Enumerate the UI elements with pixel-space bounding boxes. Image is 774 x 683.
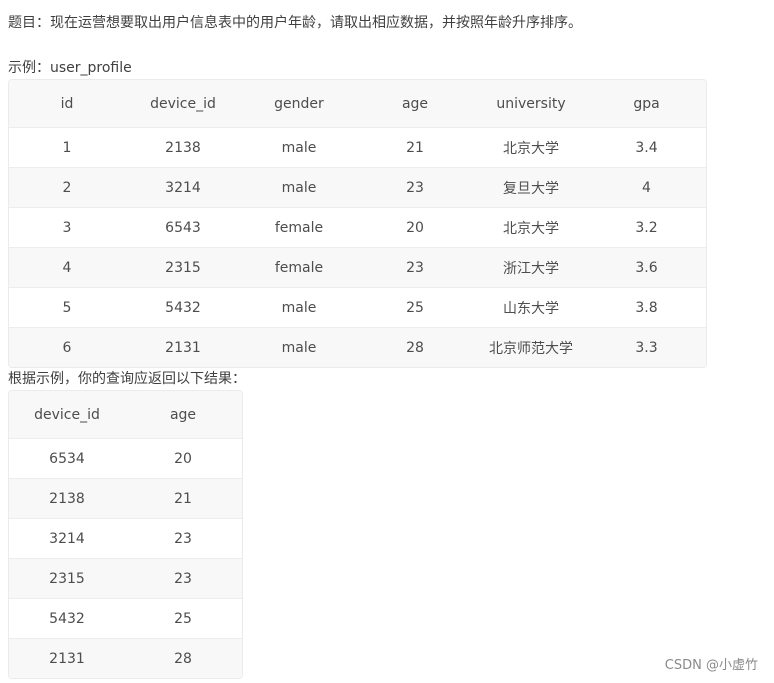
table-row: 5 5432 male 25 山东大学 3.8 bbox=[9, 287, 706, 327]
table-cell: 2131 bbox=[165, 339, 201, 356]
table-row: 6534 20 bbox=[9, 438, 242, 478]
table-cell: 20 bbox=[174, 450, 192, 467]
table-cell: 北京师范大学 bbox=[489, 340, 573, 357]
header-cell: gender bbox=[274, 95, 324, 112]
table-cell: 2138 bbox=[49, 490, 85, 507]
table-cell: male bbox=[281, 339, 317, 356]
table-row: 4 2315 female 23 浙江大学 3.6 bbox=[9, 247, 706, 287]
table-row: 1 2138 male 21 北京大学 3.4 bbox=[9, 127, 706, 167]
table-cell: 3214 bbox=[165, 179, 201, 196]
table-cell: male bbox=[281, 139, 317, 156]
header-cell: age bbox=[169, 406, 197, 423]
table-cell: 4 bbox=[62, 259, 72, 276]
header-cell: age bbox=[401, 95, 429, 112]
table-cell: 5432 bbox=[165, 299, 201, 316]
table-row: 3 6543 female 20 北京大学 3.2 bbox=[9, 207, 706, 247]
table-cell: 23 bbox=[406, 179, 424, 196]
result-label: 根据示例，你的查询应返回以下结果： bbox=[8, 371, 246, 387]
table-cell: 北京大学 bbox=[503, 220, 559, 237]
user-profile-table: id device_id gender age university gpa 1… bbox=[8, 79, 707, 368]
table-cell: 6534 bbox=[49, 450, 85, 467]
table-cell: 3 bbox=[62, 219, 72, 236]
table-cell: 2131 bbox=[49, 650, 85, 667]
table-cell: 6 bbox=[62, 339, 72, 356]
expected-result-table: device_id age 6534 20 2138 21 3214 23 23… bbox=[8, 390, 243, 679]
header-cell: device_id bbox=[34, 406, 100, 423]
table-cell: 复旦大学 bbox=[503, 180, 559, 197]
table-cell: 3.4 bbox=[635, 139, 658, 156]
table-cell: 5 bbox=[62, 299, 72, 316]
table-cell: 3.2 bbox=[635, 219, 658, 236]
table-row: 6 2131 male 28 北京师范大学 3.3 bbox=[9, 327, 706, 367]
table-cell: 28 bbox=[174, 650, 192, 667]
table-cell: 1 bbox=[62, 139, 72, 156]
header-cell: gpa bbox=[633, 95, 660, 112]
table-cell: 3.6 bbox=[635, 259, 658, 276]
table-cell: 20 bbox=[406, 219, 424, 236]
table-header-row: id device_id gender age university gpa bbox=[9, 80, 706, 127]
table-cell: male bbox=[281, 179, 317, 196]
table-cell: 北京大学 bbox=[503, 140, 559, 157]
table-cell: 山东大学 bbox=[503, 300, 559, 317]
table-cell: 6543 bbox=[165, 219, 201, 236]
table-cell: 5432 bbox=[49, 610, 85, 627]
table-cell: female bbox=[274, 219, 324, 236]
table-cell: 21 bbox=[406, 139, 424, 156]
header-cell: id bbox=[60, 95, 74, 112]
table-cell: 25 bbox=[406, 299, 424, 316]
table-row: 2315 23 bbox=[9, 558, 242, 598]
table-cell: 浙江大学 bbox=[503, 260, 559, 277]
table-cell: male bbox=[281, 299, 317, 316]
table-row: 2131 28 bbox=[9, 638, 242, 678]
table-cell: 28 bbox=[406, 339, 424, 356]
example-label: 示例：user_profile bbox=[8, 60, 132, 76]
header-cell: device_id bbox=[150, 95, 216, 112]
table-cell: 23 bbox=[406, 259, 424, 276]
table-cell: 3.3 bbox=[635, 339, 658, 356]
table-cell: 2138 bbox=[165, 139, 201, 156]
table-cell: 4 bbox=[642, 179, 651, 196]
table-cell: female bbox=[274, 259, 324, 276]
table-cell: 23 bbox=[174, 570, 192, 587]
table-row: 2 3214 male 23 复旦大学 4 bbox=[9, 167, 706, 207]
table-cell: 2315 bbox=[49, 570, 85, 587]
table-cell: 2 bbox=[62, 179, 72, 196]
table-cell: 25 bbox=[174, 610, 192, 627]
watermark: CSDN @小虚竹 bbox=[664, 658, 758, 673]
table-cell: 3214 bbox=[49, 530, 85, 547]
table-cell: 23 bbox=[174, 530, 192, 547]
table-cell: 2315 bbox=[165, 259, 201, 276]
table-cell: 3.8 bbox=[635, 299, 658, 316]
header-cell: university bbox=[496, 95, 566, 112]
table-row: 3214 23 bbox=[9, 518, 242, 558]
question-text: 题目：现在运营想要取出用户信息表中的用户年龄，请取出相应数据，并按照年龄升序排序… bbox=[8, 15, 582, 31]
table-header-row: device_id age bbox=[9, 391, 242, 438]
table-row: 2138 21 bbox=[9, 478, 242, 518]
table-cell: 21 bbox=[174, 490, 192, 507]
table-row: 5432 25 bbox=[9, 598, 242, 638]
